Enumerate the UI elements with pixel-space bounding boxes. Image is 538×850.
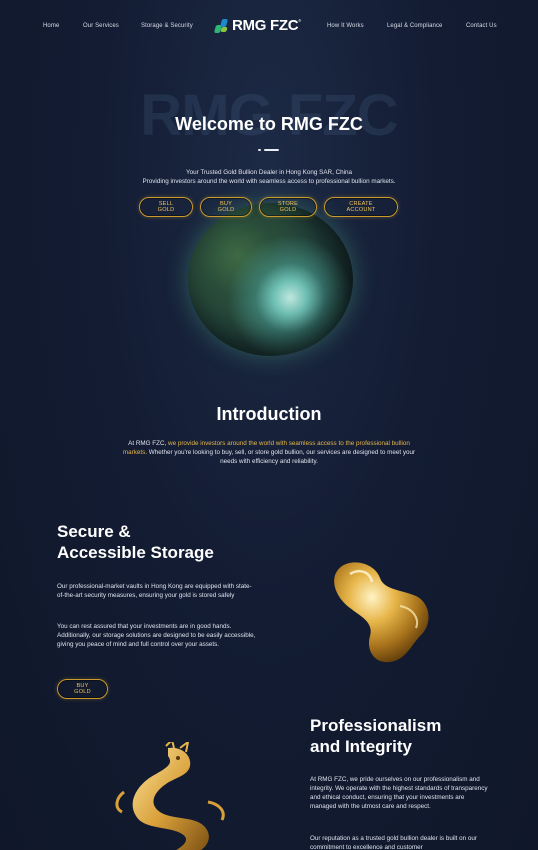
nav-link-our-services[interactable]: Our Services <box>83 23 119 29</box>
introduction-title: Introduction <box>216 404 322 424</box>
integrity-title-line-2: and Integrity <box>310 737 413 756</box>
storage-title: Secure & Accessible Storage <box>57 521 214 563</box>
hero-title: Welcome to RMG FZC <box>175 114 363 134</box>
storage-paragraph-1: Our professional-market vaults in Hong K… <box>57 583 252 599</box>
integrity-paragraph-2: Our reputation as a trusted gold bullion… <box>310 835 477 850</box>
storage-paragraph-2: You can rest assured that your investmen… <box>57 623 256 648</box>
site-logo[interactable]: RMG FZC ® <box>213 17 302 34</box>
integrity-title: Professionalism and Integrity <box>310 715 441 757</box>
nav-link-how-it-works[interactable]: How It Works <box>327 23 364 29</box>
top-navigation: Home Our Services Storage & Security RMG… <box>0 0 538 54</box>
nav-link-storage-security[interactable]: Storage & Security <box>141 23 193 29</box>
intro-text-prefix: At RMG FZC, <box>128 440 169 447</box>
liquid-gold-sculpture-image <box>334 562 429 663</box>
nav-link-legal-compliance[interactable]: Legal & Compliance <box>387 23 443 29</box>
hero-subtitle: Your Trusted Gold Bullion Dealer in Hong… <box>0 168 538 186</box>
gold-dragon-image <box>115 742 225 850</box>
registered-mark: ® <box>298 18 302 23</box>
logo-text: RMG FZC <box>232 17 299 34</box>
create-account-button[interactable]: CREATE ACCOUNT <box>324 197 398 217</box>
storage-title-line-1: Secure & <box>57 522 131 541</box>
nav-link-contact-us[interactable]: Contact Us <box>466 23 497 29</box>
storage-title-line-2: Accessible Storage <box>57 543 214 562</box>
integrity-title-line-1: Professionalism <box>310 716 442 735</box>
intro-text-suffix: . Whether you're looking to buy, sell, o… <box>145 449 416 465</box>
store-gold-button[interactable]: STORE GOLD <box>259 197 317 217</box>
hero-subtitle-line-1: Your Trusted Gold Bullion Dealer in Hong… <box>185 169 353 176</box>
hero-subtitle-line-2: Providing investors around the world wit… <box>142 178 396 185</box>
nav-link-home[interactable]: Home <box>43 23 59 29</box>
buy-gold-button[interactable]: BUY GOLD <box>200 197 252 217</box>
hero-button-group: SELL GOLD BUY GOLD STORE GOLD CREATE ACC… <box>139 197 398 217</box>
storage-buy-gold-button[interactable]: BUY GOLD <box>57 679 108 699</box>
introduction-text: At RMG FZC, we provide investors around … <box>118 439 420 466</box>
integrity-paragraph-1: At RMG FZC, we pride ourselves on our pr… <box>310 776 488 810</box>
sell-gold-button[interactable]: SELL GOLD <box>139 197 193 217</box>
planet-globe-image <box>188 203 353 356</box>
rmg-logo-mark-icon <box>213 18 229 33</box>
